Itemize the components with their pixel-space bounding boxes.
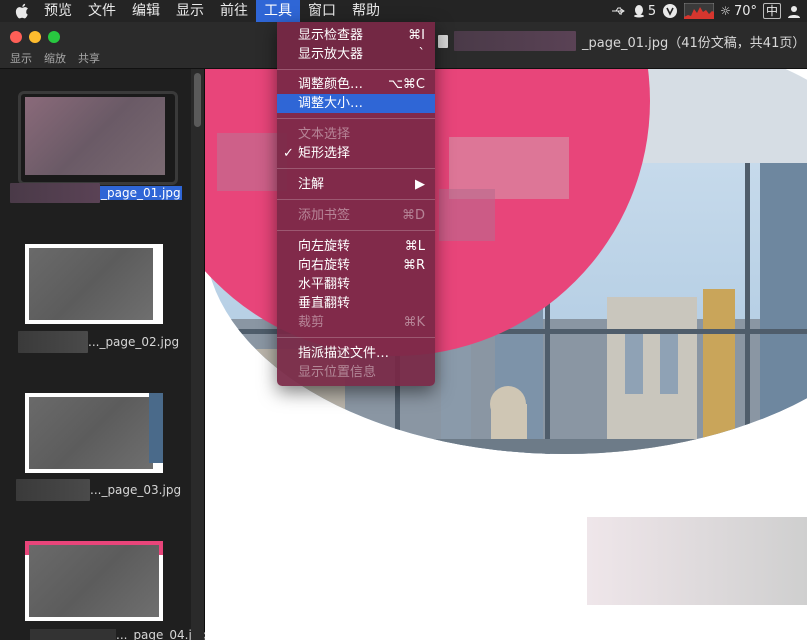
- sidebar-scrollbar-track[interactable]: [191, 69, 204, 640]
- close-button[interactable]: [10, 31, 22, 43]
- menu-help[interactable]: 帮助: [344, 0, 388, 22]
- checkmark-icon: ✓: [283, 146, 294, 161]
- thumbnail-label: ..._page_03.jpg: [16, 479, 181, 501]
- thumbnail-image: [25, 541, 163, 621]
- menu-item-show-inspector[interactable]: 显示检查器 ⌘I: [277, 26, 435, 45]
- menu-separator: [277, 69, 435, 70]
- menu-item-show-magnifier[interactable]: 显示放大器 `: [277, 45, 435, 64]
- thumbnail-sidebar: _page_01.jpg ..._page_02.jpg ..._page_03…: [0, 69, 207, 640]
- status-area: 5 ☼ 70° 中: [611, 0, 807, 22]
- menu-item-text-selection[interactable]: 文本选择: [277, 125, 435, 144]
- menu-edit[interactable]: 编辑: [124, 0, 168, 22]
- menu-go[interactable]: 前往: [212, 0, 256, 22]
- temperature: 70°: [733, 3, 757, 19]
- menu-tools[interactable]: 工具: [256, 0, 300, 22]
- thumbnail-label: ..._page_02.jpg: [18, 331, 179, 353]
- qq-icon: [633, 5, 644, 18]
- document-title: _page_01.jpg（41份文稿，共41页）: [438, 31, 805, 51]
- redacted-filename: [18, 331, 88, 353]
- menu-item-flip-horizontal[interactable]: 水平翻转: [277, 275, 435, 294]
- thumbnail-label-text: _page_01.jpg: [100, 186, 182, 200]
- toolbar-zoom-label[interactable]: 缩放: [44, 50, 66, 66]
- redacted-block: [587, 517, 807, 605]
- input-method-label: 中: [762, 3, 781, 19]
- tools-menu: 显示检查器 ⌘I 显示放大器 ` 调整颜色… ⌥⌘C 调整大小… 文本选择 ✓ 矩形选…: [277, 22, 435, 386]
- thumbnail-label: _page_01.jpg: [10, 183, 182, 203]
- zoom-button[interactable]: [48, 31, 60, 43]
- document-title-text: _page_01.jpg（41份文稿，共41页）: [582, 35, 806, 51]
- menu-item-rotate-left[interactable]: 向左旋转 ⌘L: [277, 237, 435, 256]
- toolbar-labels: 显示 缩放 共享: [10, 50, 100, 66]
- qq-status[interactable]: 5: [633, 4, 656, 19]
- thumbnail-label-text: ..._page_02.jpg: [88, 335, 180, 349]
- menu-separator: [277, 230, 435, 231]
- menu-item-adjust-size[interactable]: 调整大小…: [277, 94, 435, 113]
- minimize-button[interactable]: [29, 31, 41, 43]
- usb-icon[interactable]: [611, 5, 627, 17]
- document-icon: [438, 34, 448, 48]
- redacted-filename: [16, 479, 90, 501]
- menu-separator: [277, 337, 435, 338]
- menu-item-adjust-color[interactable]: 调整颜色… ⌥⌘C: [277, 75, 435, 94]
- input-method[interactable]: 中: [762, 3, 781, 19]
- redacted-filename: [30, 629, 116, 640]
- thumbnail-label-text: ..._page_03.jpg: [90, 483, 182, 497]
- menu-bar: 预览 文件 编辑 显示 前往 工具 窗口 帮助 5 ☼ 70° 中: [0, 0, 807, 22]
- vpn-icon[interactable]: [662, 3, 678, 19]
- thumbnail-image: [25, 97, 165, 175]
- menu-item-add-bookmark[interactable]: 添加书签 ⌘D: [277, 206, 435, 225]
- thumbnail-image: [25, 244, 163, 324]
- redacted-filename: [10, 183, 100, 203]
- thumbnail-image: [25, 393, 163, 473]
- menu-separator: [277, 168, 435, 169]
- menu-separator: [277, 118, 435, 119]
- activity-graph[interactable]: [684, 3, 715, 19]
- toolbar-view-label[interactable]: 显示: [10, 50, 32, 66]
- menu-item-show-location[interactable]: 显示位置信息: [277, 363, 435, 382]
- toolbar-share-label[interactable]: 共享: [78, 50, 100, 66]
- submenu-arrow-icon: ▶: [415, 177, 425, 192]
- thumbnail-label: ..._page_04.jpg: [30, 629, 207, 640]
- menu-separator: [277, 199, 435, 200]
- menu-item-flip-vertical[interactable]: 垂直翻转: [277, 294, 435, 313]
- redacted-block: [439, 189, 495, 241]
- menu-item-annotate[interactable]: 注解 ▶: [277, 175, 435, 194]
- qq-count: 5: [647, 3, 657, 19]
- menu-window[interactable]: 窗口: [300, 0, 344, 22]
- menu-item-assign-profile[interactable]: 指派描述文件…: [277, 344, 435, 363]
- menu-item-rotate-right[interactable]: 向右旋转 ⌘R: [277, 256, 435, 275]
- menu-preview[interactable]: 预览: [36, 0, 80, 22]
- weather-status[interactable]: ☼ 70°: [720, 4, 757, 19]
- redacted-filename: [454, 31, 576, 51]
- menu-file[interactable]: 文件: [80, 0, 124, 22]
- menu-item-rectangular-selection[interactable]: ✓ 矩形选择: [277, 144, 435, 163]
- sidebar-scrollbar-thumb[interactable]: [194, 73, 201, 127]
- menu-item-crop[interactable]: 裁剪 ⌘K: [277, 313, 435, 332]
- weather-icon: ☼: [720, 4, 731, 18]
- apple-icon[interactable]: [8, 0, 36, 22]
- menu-view[interactable]: 显示: [168, 0, 212, 22]
- user-icon[interactable]: [787, 4, 801, 18]
